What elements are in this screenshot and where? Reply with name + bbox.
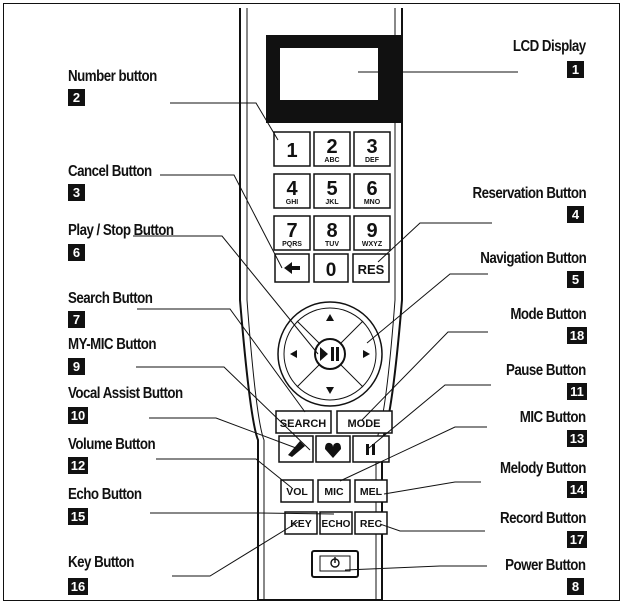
mode-label: MODE bbox=[348, 418, 381, 430]
digit-6-button[interactable]: 6MNO bbox=[353, 173, 391, 209]
reservation-button-label: Reservation Button bbox=[472, 185, 586, 202]
power-button-number: 8 bbox=[567, 578, 584, 595]
digit-2-button[interactable]: 2ABC bbox=[313, 131, 351, 167]
number-button-number: 2 bbox=[68, 89, 85, 106]
zero-button[interactable]: 0 bbox=[313, 253, 349, 283]
digit-letters-label: ABC bbox=[324, 157, 339, 164]
digit-letters-label: DEF bbox=[365, 157, 380, 164]
echo-button-label: Echo Button bbox=[68, 486, 142, 503]
melody-button-number: 14 bbox=[567, 481, 587, 498]
digit-3-button[interactable]: 3DEF bbox=[353, 131, 391, 167]
digit-label: 4 bbox=[286, 178, 298, 200]
key-button-number: 16 bbox=[68, 578, 88, 595]
melody-button[interactable]: MEL bbox=[354, 479, 388, 503]
digit-4-button[interactable]: 4GHI bbox=[273, 173, 311, 209]
navigation-button-label: Navigation Button bbox=[479, 250, 587, 267]
my-mic-button[interactable] bbox=[315, 435, 351, 463]
search-button-label: Search Button bbox=[68, 290, 153, 307]
digit-1-button[interactable]: 1 bbox=[273, 131, 311, 167]
volume-button-number: 12 bbox=[68, 457, 88, 474]
key-label: KEY bbox=[290, 518, 312, 530]
number-keypad: 1 2ABC3DEF4GHI5JKL6MNO7PQRS8TUV9WXYZ bbox=[273, 131, 391, 251]
mic-button-label: MIC Button bbox=[520, 409, 586, 426]
digit-letters-label: WXYZ bbox=[362, 241, 383, 248]
mel-label: MEL bbox=[360, 486, 383, 498]
digit-letters-label: MNO bbox=[364, 199, 381, 206]
echo-label: ECHO bbox=[322, 519, 351, 530]
play-stop-button[interactable] bbox=[314, 338, 346, 370]
mode-button[interactable]: MODE bbox=[336, 410, 393, 434]
pause-button-label: Pause Button bbox=[506, 362, 586, 379]
digit-label: 8 bbox=[326, 220, 337, 242]
mic-button-number: 13 bbox=[567, 430, 587, 447]
echo-button[interactable]: ECHO bbox=[319, 511, 353, 535]
mode-button-number: 18 bbox=[567, 327, 587, 344]
key-button-label: Key Button bbox=[68, 554, 134, 571]
melody-button-label: Melody Button bbox=[500, 460, 586, 477]
lcd-display-number: 1 bbox=[567, 61, 584, 78]
cancel-button-label: Cancel Button bbox=[68, 163, 152, 180]
lcd-display-label: LCD Display bbox=[513, 38, 586, 55]
record-button-number: 17 bbox=[567, 531, 587, 548]
digit-label: 2 bbox=[326, 136, 337, 158]
record-button-label: Record Button bbox=[500, 510, 586, 527]
pause-button-number: 11 bbox=[567, 383, 587, 400]
record-button[interactable]: REC bbox=[354, 511, 388, 535]
echo-button-number: 15 bbox=[68, 508, 88, 525]
play-stop-button-label: Play / Stop Button bbox=[68, 222, 174, 239]
volume-button-label: Volume Button bbox=[68, 436, 156, 453]
digit-8-button[interactable]: 8TUV bbox=[313, 215, 351, 251]
digit-label: 1 bbox=[286, 140, 297, 162]
digit-letters-label: JKL bbox=[325, 199, 339, 206]
res-label: RES bbox=[358, 262, 385, 277]
digit-letters-label: TUV bbox=[325, 241, 339, 248]
power-button[interactable] bbox=[311, 550, 359, 578]
digit-label: 7 bbox=[286, 220, 297, 242]
rec-label: REC bbox=[360, 518, 383, 530]
play-stop-button-number: 6 bbox=[68, 244, 85, 261]
res-button[interactable]: RES bbox=[352, 253, 390, 283]
number-button-label: Number button bbox=[68, 68, 157, 85]
digit-letters-label: GHI bbox=[286, 199, 299, 206]
power-button-label: Power Button bbox=[505, 557, 587, 574]
cancel-button-number: 3 bbox=[68, 184, 85, 201]
reservation-button-number: 4 bbox=[567, 206, 584, 223]
my-mic-button-label: MY-MIC Button bbox=[68, 336, 157, 353]
digit-label: 3 bbox=[366, 136, 377, 158]
digit-9-button[interactable]: 9WXYZ bbox=[353, 215, 391, 251]
digit-label: 5 bbox=[326, 178, 337, 200]
search-button-number: 7 bbox=[68, 311, 85, 328]
digit-label: 6 bbox=[366, 178, 377, 200]
vocal-assist-button-label: Vocal Assist Button bbox=[68, 385, 183, 402]
mic-button[interactable]: MIC bbox=[317, 479, 351, 503]
pause-button[interactable] bbox=[352, 435, 390, 463]
mode-button-label: Mode Button bbox=[510, 306, 586, 323]
mic-label: MIC bbox=[324, 486, 344, 498]
vocal-assist-button[interactable] bbox=[278, 435, 314, 463]
vocal-assist-button-number: 10 bbox=[68, 407, 88, 424]
digit-letters-label: PQRS bbox=[282, 241, 302, 248]
navigation-button-number: 5 bbox=[567, 271, 584, 288]
digit-7-button[interactable]: 7PQRS bbox=[273, 215, 311, 251]
key-button[interactable]: KEY bbox=[284, 511, 318, 535]
cancel-button[interactable] bbox=[274, 253, 310, 283]
digit-5-button[interactable]: 5JKL bbox=[313, 173, 351, 209]
search-button[interactable]: SEARCH bbox=[275, 410, 332, 434]
vol-label: VOL bbox=[286, 486, 308, 498]
zero-label: 0 bbox=[326, 260, 337, 281]
my-mic-button-number: 9 bbox=[68, 358, 85, 375]
digit-label: 9 bbox=[366, 220, 377, 242]
